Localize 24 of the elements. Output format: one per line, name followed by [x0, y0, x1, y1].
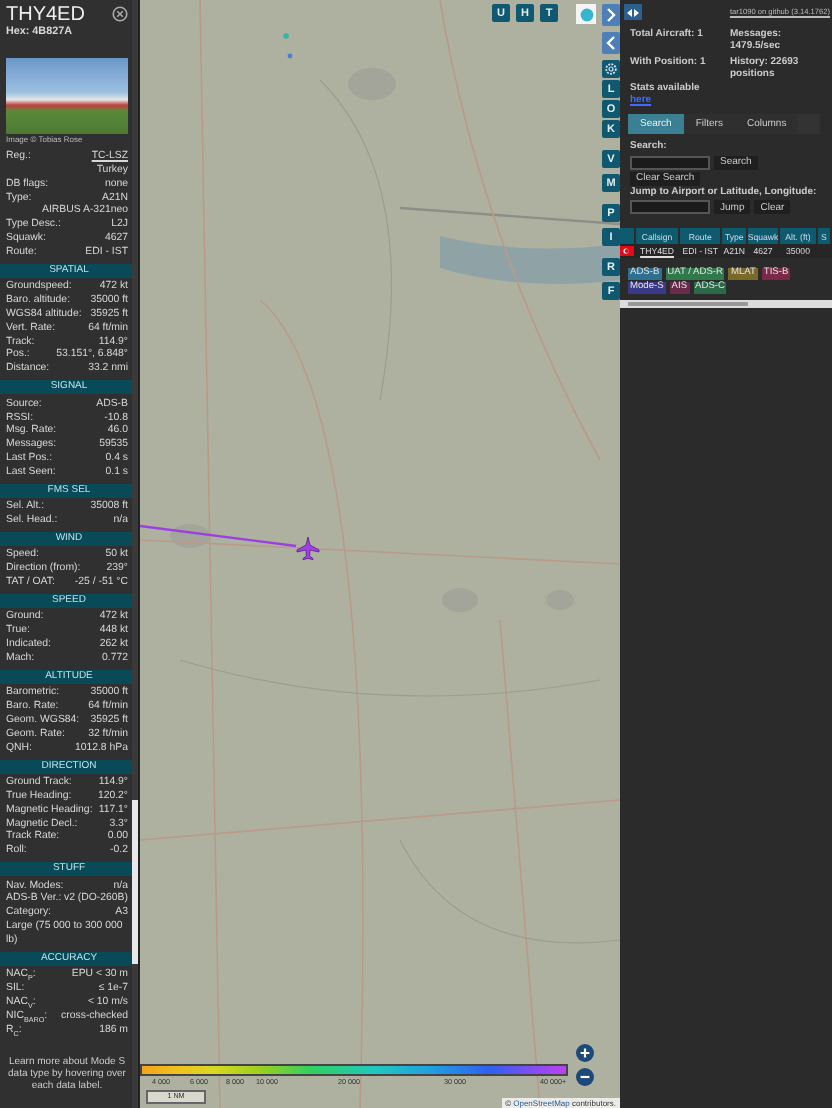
scrollbar-thumb[interactable]: [132, 800, 138, 964]
plus-icon: [580, 1048, 590, 1058]
collapse-button[interactable]: [602, 32, 620, 54]
arrows-icon: [626, 7, 640, 17]
chevron-left-icon: [606, 36, 616, 50]
scrollbar[interactable]: [132, 0, 138, 1108]
globe-icon: [579, 7, 593, 21]
airplane-icon: [296, 536, 320, 560]
search-field[interactable]: [630, 155, 710, 169]
panel-toggle-button[interactable]: [624, 4, 642, 20]
location-field[interactable]: [630, 200, 710, 214]
settings-button[interactable]: [602, 60, 620, 78]
minus-icon: [580, 1072, 590, 1082]
flag-icon: [620, 246, 635, 256]
scrollbar[interactable]: [620, 300, 832, 308]
photo-placeholder: [6, 58, 128, 134]
close-icon: [112, 6, 128, 22]
scrollbar-thumb[interactable]: [628, 302, 748, 306]
chevron-right-icon: [606, 8, 616, 22]
settings-icon: [604, 62, 618, 76]
expand-button[interactable]: [602, 4, 620, 26]
layer-button[interactable]: [576, 4, 596, 24]
close-button[interactable]: [112, 6, 128, 22]
aircraft-callsign: THY4ED: [6, 4, 85, 26]
